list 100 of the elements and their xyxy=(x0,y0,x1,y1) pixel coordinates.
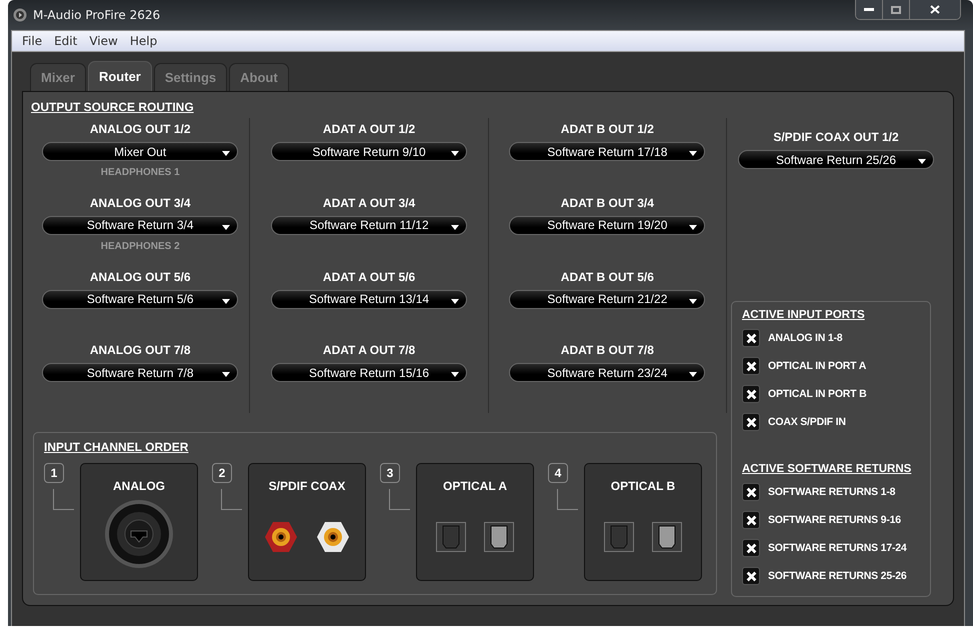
port-label: S/PDIF COAX xyxy=(268,479,346,493)
caret-icon xyxy=(222,224,230,230)
caret-icon xyxy=(451,298,460,304)
connector-line xyxy=(221,489,242,510)
caret-icon xyxy=(689,298,698,304)
source-dropdown[interactable]: Software Return 25/26 xyxy=(738,150,934,169)
tab[interactable]: Router xyxy=(88,61,152,91)
caret-icon xyxy=(451,372,460,378)
checkbox[interactable] xyxy=(742,539,760,557)
caret-icon xyxy=(451,224,460,230)
output-label: ANALOG OUT 3/4 xyxy=(90,196,191,210)
cross-icon xyxy=(746,332,756,344)
section-title: ACTIVE SOFTWARE RETURNS xyxy=(742,463,912,475)
rca-jack-icon xyxy=(264,520,298,552)
caret-icon xyxy=(689,372,698,378)
order-number: 2 xyxy=(212,463,232,483)
checkbox[interactable] xyxy=(742,329,760,347)
checkbox[interactable] xyxy=(742,385,760,403)
output-label: ADAT B OUT 3/4 xyxy=(560,196,654,210)
port-card[interactable]: ANALOG xyxy=(80,463,198,581)
checkbox-label: SOFTWARE RETURNS 17-24 xyxy=(768,542,907,554)
maximize-button[interactable] xyxy=(883,0,910,19)
output-label: ADAT B OUT 1/2 xyxy=(560,122,654,136)
source-dropdown[interactable]: Software Return 17/18 xyxy=(509,142,706,161)
caret-icon xyxy=(222,151,230,156)
output-label: S/PDIF COAX OUT 1/2 xyxy=(773,130,899,144)
output-label: ADAT B OUT 5/6 xyxy=(560,270,654,284)
cross-icon xyxy=(746,360,756,372)
optical-port-icon xyxy=(652,522,682,552)
combo-jack-icon xyxy=(104,499,174,569)
source-dropdown[interactable]: Software Return 9/10 xyxy=(271,142,468,161)
menu-item[interactable]: View xyxy=(83,34,124,48)
rca-jack-icon xyxy=(316,520,350,552)
checkbox[interactable] xyxy=(742,511,760,529)
source-dropdown[interactable]: Software Return 7/8 xyxy=(42,363,238,382)
checkbox-label: SOFTWARE RETURNS 9-16 xyxy=(768,514,901,526)
port-label: ANALOG xyxy=(113,479,165,493)
source-dropdown[interactable]: Software Return 11/12 xyxy=(271,216,468,235)
checkbox[interactable] xyxy=(742,413,760,431)
output-note: HEADPHONES 2 xyxy=(100,240,180,252)
menu-item[interactable]: Help xyxy=(124,34,164,48)
app-icon xyxy=(13,8,27,22)
output-label: ADAT B OUT 7/8 xyxy=(560,343,654,358)
output-label: ADAT A OUT 3/4 xyxy=(322,196,416,210)
order-number: 1 xyxy=(44,463,64,483)
output-label: ANALOG OUT 5/6 xyxy=(90,270,191,284)
window-title: M-Audio ProFire 2626 xyxy=(33,8,160,22)
checkbox[interactable] xyxy=(742,357,760,375)
optical-port-icon xyxy=(604,522,634,552)
cross-icon xyxy=(746,388,756,400)
source-dropdown[interactable]: Software Return 23/24 xyxy=(509,363,706,382)
output-note: HEADPHONES 1 xyxy=(100,167,180,178)
order-number: 3 xyxy=(380,463,400,483)
checkbox-label: OPTICAL IN PORT B xyxy=(768,388,866,400)
minimize-icon xyxy=(864,8,874,12)
port-card[interactable]: S/PDIF COAX xyxy=(248,463,366,581)
maximize-icon xyxy=(891,6,901,14)
checkbox-label: SOFTWARE RETURNS 25-26 xyxy=(768,570,907,582)
source-dropdown[interactable]: Software Return 19/20 xyxy=(509,216,706,235)
checkbox-label: ANALOG IN 1-8 xyxy=(768,332,842,344)
port-card[interactable]: OPTICAL B xyxy=(584,463,702,581)
source-dropdown[interactable]: Mixer Out xyxy=(42,142,238,161)
section-title: ACTIVE INPUT PORTS xyxy=(742,309,865,321)
cross-icon xyxy=(746,514,756,526)
cross-icon xyxy=(746,570,756,582)
output-label: ADAT A OUT 5/6 xyxy=(322,270,416,284)
checkbox-label: SOFTWARE RETURNS 1-8 xyxy=(768,486,896,498)
cross-icon xyxy=(746,416,756,428)
optical-port-icon xyxy=(436,522,466,552)
port-label: OPTICAL B xyxy=(610,479,676,493)
cross-icon xyxy=(746,542,756,554)
connector-line xyxy=(389,489,410,510)
close-button[interactable] xyxy=(910,0,960,19)
close-icon xyxy=(930,5,940,14)
caret-icon xyxy=(689,224,698,230)
caret-icon xyxy=(222,298,230,304)
caret-icon xyxy=(689,151,698,156)
menu-item[interactable]: Edit xyxy=(48,34,84,48)
caret-icon xyxy=(918,159,926,164)
caret-icon xyxy=(222,372,230,378)
section-title: INPUT CHANNEL ORDER xyxy=(44,440,188,454)
checkbox[interactable] xyxy=(742,567,760,585)
source-dropdown[interactable]: Software Return 5/6 xyxy=(42,290,238,308)
minimize-button[interactable] xyxy=(856,0,883,19)
checkbox[interactable] xyxy=(742,483,760,501)
caret-icon xyxy=(451,151,460,156)
output-label: ANALOG OUT 7/8 xyxy=(90,343,191,358)
source-dropdown[interactable]: Software Return 15/16 xyxy=(271,363,468,382)
section-title: OUTPUT SOURCE ROUTING xyxy=(31,100,194,114)
source-dropdown[interactable]: Software Return 21/22 xyxy=(509,290,706,308)
port-card[interactable]: OPTICAL A xyxy=(416,463,534,581)
cross-icon xyxy=(746,486,756,498)
order-number: 4 xyxy=(548,463,568,483)
source-dropdown[interactable]: Software Return 13/14 xyxy=(271,290,468,308)
output-label: ADAT A OUT 1/2 xyxy=(322,122,416,136)
optical-port-icon xyxy=(484,522,514,552)
source-dropdown[interactable]: Software Return 3/4 xyxy=(42,216,238,235)
port-label: OPTICAL A xyxy=(442,479,507,493)
checkbox-label: COAX S/PDIF IN xyxy=(768,416,846,428)
menu-item[interactable]: File xyxy=(16,34,48,48)
